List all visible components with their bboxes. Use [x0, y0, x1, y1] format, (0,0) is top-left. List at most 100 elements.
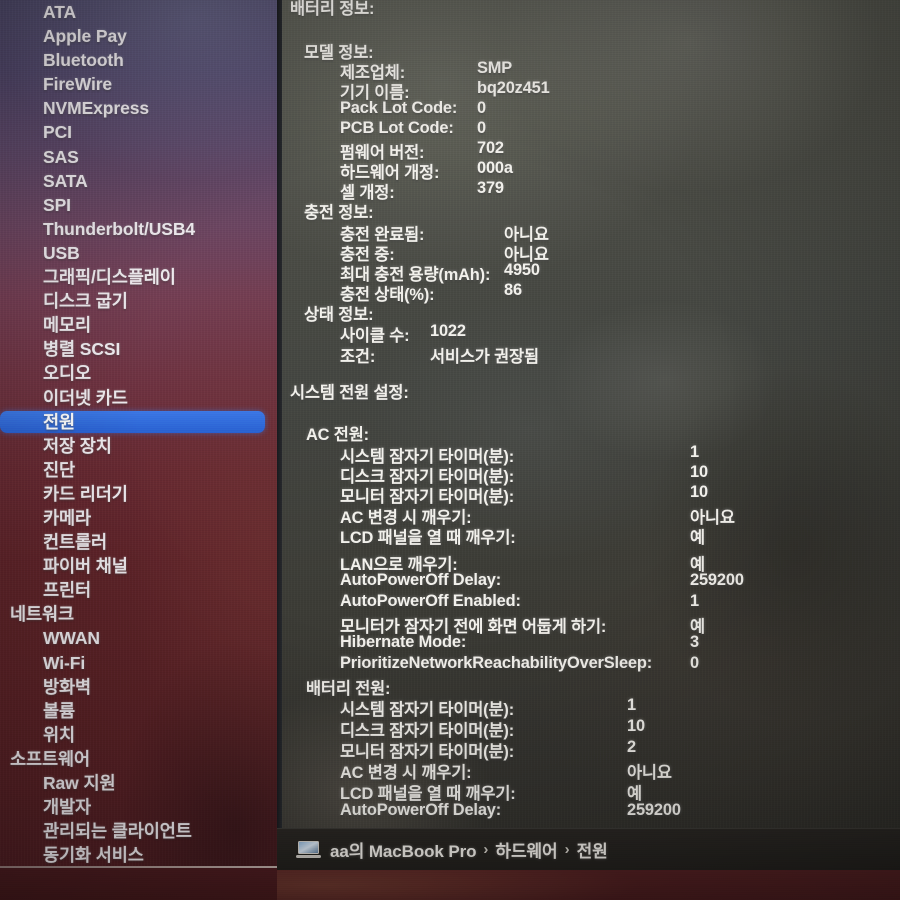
- sidebar-item-26[interactable]: WWAN: [0, 626, 277, 650]
- sidebar-item-label: PCI: [43, 122, 72, 143]
- sidebar-item-label: 컨트롤러: [43, 532, 107, 553]
- sidebar: ATA Apple Pay Bluetooth FireWire NVMExpress P…: [0, 0, 277, 900]
- sidebar-item-8[interactable]: SPI: [0, 193, 277, 217]
- sidebar-item-3[interactable]: FireWire: [0, 72, 277, 96]
- sidebar-item-label: 파이버 채널: [43, 556, 128, 577]
- sidebar-item-label: 카메라: [43, 507, 91, 528]
- sidebar-item-label: 위치: [43, 724, 75, 745]
- detail-value: 0: [690, 654, 699, 672]
- detail-label: 충전 정보:: [304, 204, 374, 222]
- sidebar-item-label: 디스크 굽기: [43, 291, 128, 312]
- breadcrumb-item-device[interactable]: aa의 MacBook Pro: [330, 837, 477, 862]
- sidebar-item-label: USB: [43, 242, 80, 263]
- sidebar-item-label: 진단: [43, 459, 75, 480]
- sidebar-item-22[interactable]: 컨트롤러: [0, 530, 277, 554]
- sidebar-item-label: ATA: [43, 2, 77, 22]
- sidebar-item-19[interactable]: 진단: [0, 458, 277, 482]
- sidebar-item-7[interactable]: SATA: [0, 169, 277, 193]
- detail-label: Pack Lot Code:: [340, 99, 458, 117]
- detail-value: 86: [504, 281, 522, 299]
- detail-value: 259200: [690, 571, 744, 589]
- sidebar-item-label: 병렬 SCSI: [43, 339, 121, 360]
- breadcrumb-item-power[interactable]: 전원: [577, 837, 608, 862]
- sidebar-item-label: 그래픽/디스플레이: [43, 267, 176, 288]
- detail-value: 10: [627, 717, 645, 735]
- sidebar-item-label: 메모리: [43, 315, 91, 336]
- sidebar-item-label: 볼륨: [43, 700, 75, 721]
- sidebar-item-label: 이더넷 카드: [43, 387, 128, 408]
- detail-value: 2: [627, 738, 636, 756]
- detail-value: 서비스가 권장됨: [430, 348, 539, 366]
- sidebar-divider: [277, 0, 282, 900]
- detail-value: 0: [477, 119, 486, 137]
- sidebar-item-9[interactable]: Thunderbolt/USB4: [0, 217, 277, 241]
- sidebar-item-label: SATA: [43, 170, 88, 191]
- detail-label: AutoPowerOff Delay:: [340, 801, 502, 819]
- detail-value: 1022: [430, 322, 466, 340]
- sidebar-item-25[interactable]: 네트워크: [0, 602, 277, 626]
- sidebar-item-23[interactable]: 파이버 채널: [0, 554, 277, 578]
- detail-label: Hibernate Mode:: [340, 633, 467, 651]
- sidebar-item-label: 네트워크: [10, 604, 74, 625]
- detail-label: PCB Lot Code:: [340, 119, 454, 137]
- detail-label: 배터리 정보:: [290, 0, 375, 18]
- detail-value: 1: [690, 592, 699, 610]
- sidebar-item-13[interactable]: 메모리: [0, 313, 277, 337]
- sidebar-item-label: 관리되는 클라이언트: [43, 821, 192, 842]
- sidebar-item-27[interactable]: Wi-Fi: [0, 651, 277, 675]
- sidebar-item-5[interactable]: PCI: [0, 120, 277, 144]
- detail-value: 3: [690, 633, 699, 651]
- macbook-icon: [296, 841, 321, 858]
- sidebar-item-label: Bluetooth: [43, 50, 124, 71]
- sidebar-item-30[interactable]: 위치: [0, 723, 277, 747]
- detail-label: AutoPowerOff Enabled:: [340, 592, 521, 610]
- sidebar-item-label: SAS: [43, 146, 79, 167]
- sidebar-item-33[interactable]: 개발자: [0, 795, 277, 819]
- detail-value: 702: [477, 139, 504, 157]
- detail-label: PrioritizeNetworkReachabilityOverSleep:: [340, 654, 653, 672]
- sidebar-item-14[interactable]: 병렬 SCSI: [0, 337, 277, 361]
- sidebar-item-label: 방화벽: [43, 676, 91, 697]
- sidebar-item-label: Thunderbolt/USB4: [43, 218, 196, 239]
- detail-value: 379: [477, 179, 504, 197]
- breadcrumb-separator-icon: ›: [564, 841, 570, 858]
- sidebar-item-label: 저장 장치: [43, 435, 112, 456]
- sidebar-item-10[interactable]: USB: [0, 241, 277, 265]
- breadcrumb-item-hardware[interactable]: 하드웨어: [495, 837, 557, 862]
- detail-value: 259200: [627, 801, 681, 819]
- sidebar-item-34[interactable]: 관리되는 클라이언트: [0, 819, 277, 843]
- detail-value: 0: [477, 99, 486, 117]
- sidebar-item-32[interactable]: Raw 지원: [0, 771, 277, 795]
- sidebar-item-21[interactable]: 카메라: [0, 506, 277, 530]
- sidebar-list[interactable]: ATA Apple Pay Bluetooth FireWire NVMExpress P…: [0, 0, 277, 900]
- detail-label: 조건:: [340, 348, 376, 366]
- sidebar-item-17[interactable]: 전원: [0, 410, 277, 434]
- sidebar-item-0[interactable]: ATA: [0, 0, 277, 24]
- sidebar-item-label: 개발자: [43, 797, 91, 818]
- sidebar-item-24[interactable]: 프린터: [0, 578, 277, 602]
- detail-label: AutoPowerOff Delay:: [340, 571, 502, 589]
- sidebar-item-35[interactable]: 동기화 서비스: [0, 843, 277, 867]
- sidebar-item-11[interactable]: 그래픽/디스플레이: [0, 265, 277, 289]
- sidebar-item-4[interactable]: NVMExpress: [0, 96, 277, 120]
- sidebar-item-20[interactable]: 카드 리더기: [0, 482, 277, 506]
- sidebar-item-28[interactable]: 방화벽: [0, 675, 277, 699]
- breadcrumb-separator-icon: ›: [483, 841, 489, 858]
- sidebar-item-2[interactable]: Bluetooth: [0, 48, 277, 72]
- breadcrumb[interactable]: aa의 MacBook Pro › 하드웨어 › 전원: [277, 828, 900, 870]
- sidebar-item-label: Wi-Fi: [43, 652, 86, 673]
- detail-value: 000a: [477, 159, 513, 177]
- sidebar-item-1[interactable]: Apple Pay: [0, 24, 277, 48]
- sidebar-item-31[interactable]: 소프트웨어: [0, 747, 277, 771]
- sidebar-item-label: NVMExpress: [43, 98, 149, 119]
- detail-label: LCD 패널을 열 때 깨우기:: [340, 529, 516, 547]
- sidebar-item-29[interactable]: 볼륨: [0, 699, 277, 723]
- sidebar-item-16[interactable]: 이더넷 카드: [0, 386, 277, 410]
- sidebar-item-15[interactable]: 오디오: [0, 361, 277, 385]
- sidebar-item-label: 프린터: [43, 580, 91, 601]
- sidebar-item-label: 소프트웨어: [10, 748, 90, 769]
- sidebar-item-18[interactable]: 저장 장치: [0, 434, 277, 458]
- detail-value: 1: [627, 696, 636, 714]
- sidebar-item-6[interactable]: SAS: [0, 145, 277, 169]
- sidebar-item-12[interactable]: 디스크 굽기: [0, 289, 277, 313]
